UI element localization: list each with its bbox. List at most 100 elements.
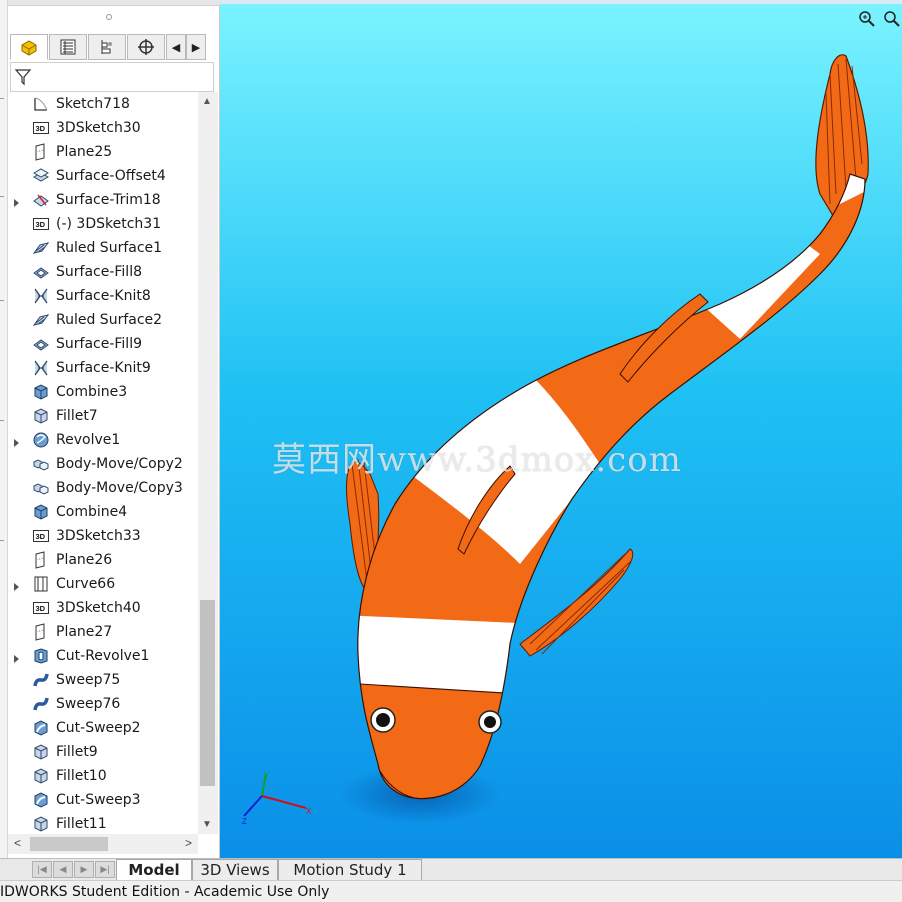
horizontal-scroll-thumb[interactable] [30,837,108,851]
tab-3d-views[interactable]: 3D Views [192,859,278,881]
tree-item-label: Curve66 [56,576,116,592]
left-dock-strip [0,0,8,858]
status-text: IDWORKS Student Edition - Academic Use O… [0,884,330,900]
cut-revolve-icon [34,648,48,664]
tree-item[interactable]: 3D 3DSketch30 [8,116,198,140]
scroll-right-arrow-icon[interactable]: > [185,836,192,850]
tree-item-label: Cut-Sweep3 [56,792,141,808]
dimxpert-manager-tab[interactable] [127,34,165,60]
expand-arrow-icon[interactable] [13,651,21,663]
tree-item[interactable]: Cut-Revolve1 [8,644,198,668]
manager-tab-bar: ◀ ▶ [10,34,206,62]
fillet-icon [34,408,48,424]
tree-item-label: 3DSketch30 [56,120,141,136]
tree-item[interactable]: Ruled Surface2 [8,308,198,332]
3d-sketch-icon: 3D [33,122,49,134]
expand-arrow-icon[interactable] [13,195,21,207]
surface-trim-icon [33,194,49,207]
zoom-to-area-icon[interactable] [882,10,900,28]
tree-item[interactable]: Plane26 [8,548,198,572]
expand-arrow-icon[interactable] [13,435,21,447]
property-manager-tab[interactable] [49,34,87,60]
configuration-manager-tab[interactable] [88,34,126,60]
tree-item[interactable]: Fillet9 [8,740,198,764]
tree-item[interactable]: Cut-Sweep2 [8,716,198,740]
prev-tab-icon[interactable]: ◀ [53,861,73,878]
scroll-up-arrow-icon[interactable]: ▲ [202,96,212,107]
scroll-down-arrow-icon[interactable]: ▼ [202,819,212,830]
fillet-icon [34,768,48,784]
tab-motion-study[interactable]: Motion Study 1 [278,859,422,881]
tree-item-label: Surface-Offset4 [56,168,166,184]
tree-item-label: Ruled Surface1 [56,240,163,256]
3d-sketch-icon: 3D [33,218,49,230]
feature-manager-tab[interactable] [10,34,48,60]
tab-scroll-left-button[interactable]: ◀ [166,34,186,60]
tree-item[interactable]: Body-Move/Copy3 [8,476,198,500]
vertical-scroll-thumb[interactable] [200,600,215,786]
tree-item-label: (-) 3DSketch31 [56,216,162,232]
tree-item[interactable]: Surface-Knit9 [8,356,198,380]
tree-item-label: Surface-Trim18 [56,192,161,208]
tree-item[interactable]: Sweep76 [8,692,198,716]
panel-grip-handle[interactable] [106,14,112,20]
cut-sweep-icon [34,720,48,736]
graphics-viewport[interactable]: 莫西网www.3dmox.com Y X Z [220,4,902,858]
last-tab-icon[interactable]: ▶| [95,861,115,878]
tree-item[interactable]: 3D 3DSketch33 [8,524,198,548]
tree-item[interactable]: Curve66 [8,572,198,596]
tree-item[interactable]: Fillet10 [8,764,198,788]
bottom-tab-bar: |◀ ◀ ▶ ▶| Model 3D Views Motion Study 1 [0,858,902,881]
zoom-to-fit-icon[interactable] [858,10,876,28]
tree-item[interactable]: Body-Move/Copy2 [8,452,198,476]
revolve-icon [33,432,49,448]
tree-item[interactable]: Surface-Offset4 [8,164,198,188]
expand-arrow-icon[interactable] [13,579,21,591]
tree-item[interactable]: Surface-Fill8 [8,260,198,284]
orientation-triad-icon: Y X Z [242,771,312,826]
svg-text:Z: Z [242,817,247,826]
tree-item[interactable]: Surface-Trim18 [8,188,198,212]
tab-model[interactable]: Model [116,859,192,881]
status-bar: IDWORKS Student Edition - Academic Use O… [0,880,902,902]
tree-item-label: Combine4 [56,504,128,520]
tree-vertical-scrollbar[interactable]: ▲ ▼ [198,92,218,834]
tree-item-label: Sketch718 [56,96,130,112]
tree-item-label: Revolve1 [56,432,121,448]
first-tab-icon[interactable]: |◀ [32,861,52,878]
tree-item[interactable]: Fillet7 [8,404,198,428]
tree-item[interactable]: Surface-Knit8 [8,284,198,308]
tab-scroll-right-button[interactable]: ▶ [186,34,206,60]
surface-knit-icon [34,288,48,304]
feature-tree: Sketch718 3D 3DSketch30 Plane25 Surface-Offs… [8,92,198,834]
tree-item[interactable]: Sketch718 [8,92,198,116]
tree-item[interactable]: Combine4 [8,500,198,524]
tree-item[interactable]: Ruled Surface1 [8,236,198,260]
tree-item[interactable]: Plane25 [8,140,198,164]
tree-item-label: Sweep76 [56,696,121,712]
viewport-heads-up-tools [858,10,900,28]
clownfish-model[interactable] [220,4,902,858]
tree-item[interactable]: Sweep75 [8,668,198,692]
tree-item[interactable]: 3D 3DSketch40 [8,596,198,620]
next-tab-icon[interactable]: ▶ [74,861,94,878]
tree-item[interactable]: Surface-Fill9 [8,332,198,356]
tree-filter-field[interactable] [10,62,214,92]
ruled-surface-icon [32,242,50,254]
plane-icon [35,623,45,641]
tree-horizontal-scrollbar[interactable]: < > [8,834,198,854]
tree-item[interactable]: Plane27 [8,620,198,644]
tree-item[interactable]: 3D (-) 3DSketch31 [8,212,198,236]
scroll-left-arrow-icon[interactable]: < [14,836,21,850]
svg-text:3D: 3D [36,532,46,541]
tree-item[interactable]: Revolve1 [8,428,198,452]
tree-item-label: Surface-Fill9 [56,336,142,352]
tree-item[interactable]: Cut-Sweep3 [8,788,198,812]
tree-item[interactable]: Fillet11 [8,812,198,834]
tree-item-label: Plane25 [56,144,113,160]
tree-item[interactable]: Combine3 [8,380,198,404]
svg-text:Y: Y [264,771,270,780]
dimxpert-manager-icon [138,39,154,55]
tree-item-label: Surface-Knit9 [56,360,151,376]
svg-text:3D: 3D [36,124,46,133]
